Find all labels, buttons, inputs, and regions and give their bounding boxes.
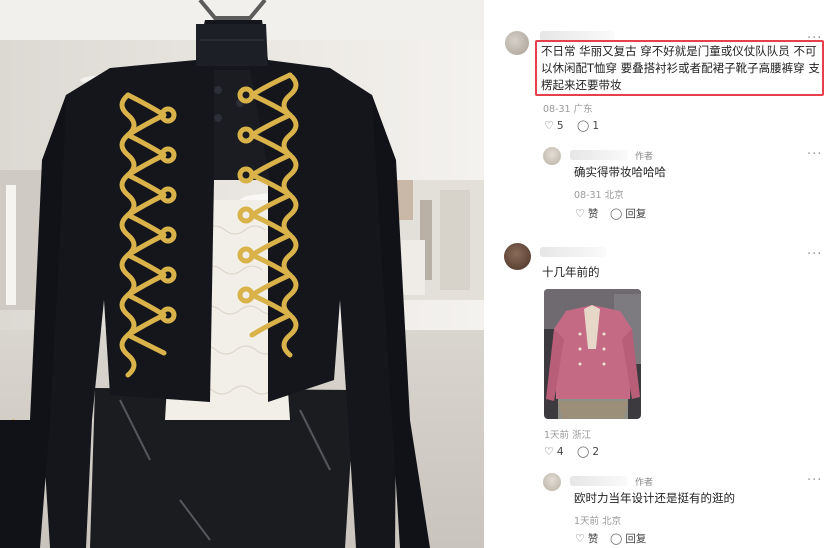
comment-text-line: 以休闲配T恤穿 要叠搭衬衫或者配裙子靴子高腰裤穿 支 [541, 61, 820, 75]
comment-date: 1天前 [544, 430, 570, 441]
avatar[interactable] [543, 473, 561, 491]
comment-meta: 08-31 广东 [543, 101, 593, 115]
reply-date: 1天前 [574, 516, 600, 527]
heart-icon: ♡ [575, 207, 585, 220]
like-label: 赞 [587, 208, 599, 220]
reply-text: 确实得带妆哈哈哈 [574, 165, 666, 179]
avatar[interactable] [543, 147, 561, 165]
reply-button[interactable]: ◯ 回复 [610, 206, 646, 221]
more-icon[interactable]: ... [807, 470, 822, 483]
comment-icon: ◯ [577, 119, 590, 132]
like-count: 5 [556, 119, 564, 132]
reply-button[interactable]: ◯ 1 [577, 119, 599, 132]
author-tag: 作者 [635, 152, 654, 162]
comment-text: 不日常 华丽又复古 穿不好就是门童或仪仗队队员 不可 以休闲配T恤穿 要叠搭衬衫… [541, 43, 823, 94]
jacket-photo [0, 0, 484, 548]
username-blurred[interactable] [570, 476, 628, 486]
reply-count: 2 [592, 445, 599, 458]
reply-count: 1 [592, 119, 599, 132]
comment-image[interactable] [544, 289, 641, 419]
username-blurred[interactable] [540, 247, 606, 257]
comment-location: 浙江 [572, 430, 592, 441]
like-button[interactable]: ♡ 赞 [575, 531, 598, 546]
like-button[interactable]: ♡ 赞 [575, 206, 598, 221]
reply-location: 北京 [604, 190, 624, 201]
more-icon[interactable]: ... [807, 144, 822, 157]
comment-text-line: 不日常 华丽又复古 穿不好就是门童或仪仗队队员 不可 [541, 44, 817, 58]
reply-label: 回复 [625, 533, 647, 545]
like-label: 赞 [587, 533, 599, 545]
reply-button[interactable]: ◯ 2 [577, 445, 599, 458]
comment-text: 十几年前的 [542, 265, 600, 279]
more-icon[interactable]: ... [807, 244, 822, 257]
comment-icon: ◯ [610, 532, 623, 545]
reply-meta: 1天前 北京 [574, 513, 621, 527]
reply-location: 北京 [602, 516, 622, 527]
like-button[interactable]: ♡ 4 [544, 445, 564, 458]
reply-button[interactable]: ◯ 回复 [610, 531, 646, 546]
avatar[interactable] [505, 31, 529, 55]
heart-icon: ♡ [544, 445, 554, 458]
comment-date: 08-31 [543, 104, 571, 115]
more-icon[interactable]: ... [807, 28, 822, 41]
reply-date: 08-31 [574, 190, 602, 201]
heart-icon: ♡ [575, 532, 585, 545]
username-blurred[interactable] [570, 150, 628, 160]
heart-icon: ♡ [544, 119, 554, 132]
comment-meta: 1天前 浙江 [544, 427, 591, 441]
comment-icon: ◯ [610, 207, 623, 220]
reply-meta: 08-31 北京 [574, 187, 624, 201]
avatar[interactable] [504, 243, 531, 270]
like-count: 4 [556, 445, 564, 458]
comment-location: 广东 [573, 104, 593, 115]
reply-text: 欧时力当年设计还是挺有的逛的 [574, 491, 735, 505]
comment-text-line: 楞起来还要带妆 [541, 78, 622, 92]
reply-label: 回复 [625, 208, 647, 220]
like-button[interactable]: ♡ 5 [544, 119, 564, 132]
author-tag: 作者 [635, 478, 654, 488]
comment-icon: ◯ [577, 445, 590, 458]
